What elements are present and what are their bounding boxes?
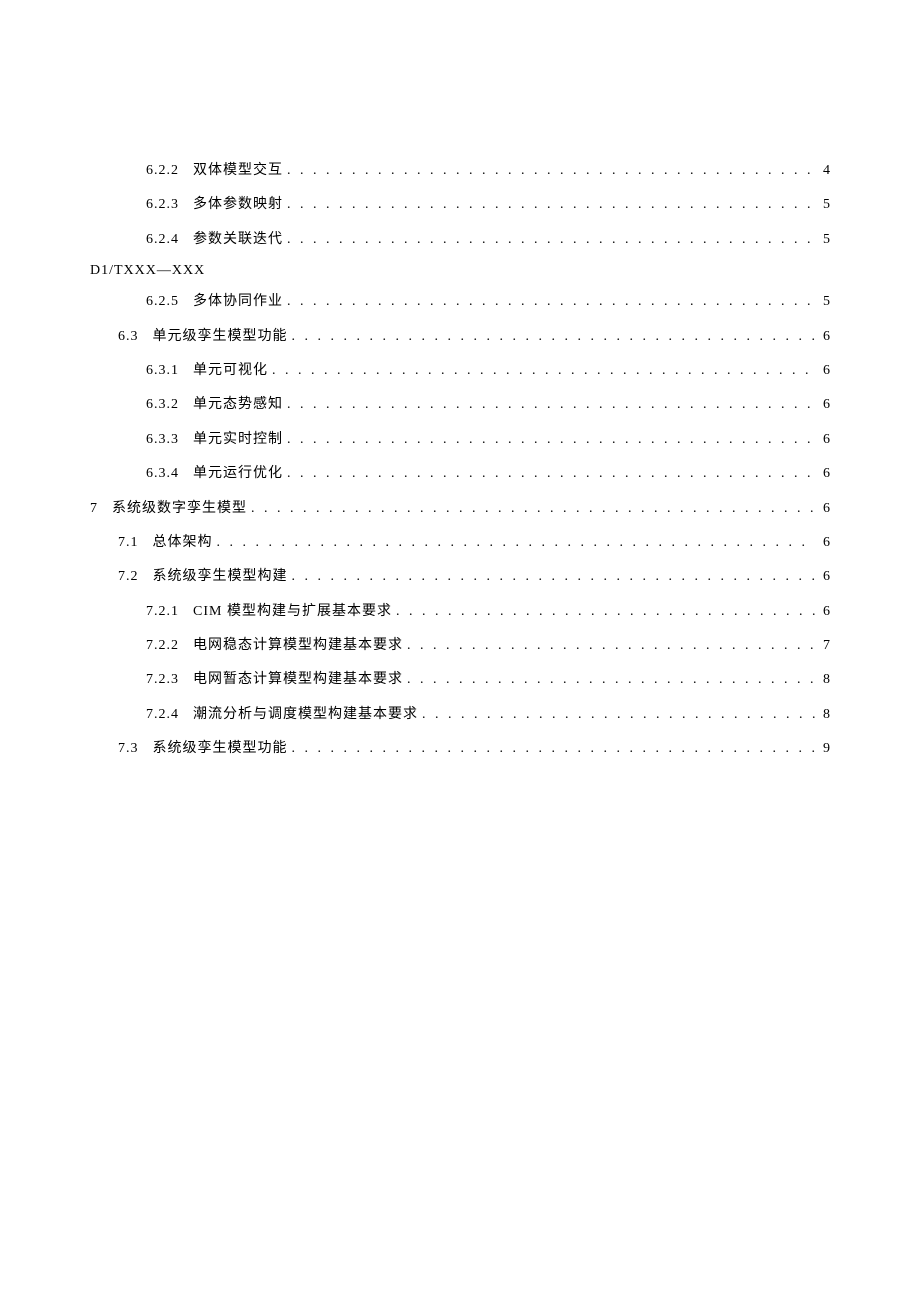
toc-entry: 7.2 系统级孪生模型构建 6 <box>90 566 830 588</box>
toc-entry-title: 单元实时控制 <box>193 429 283 451</box>
toc-entry-title: 系统级孪生模型构建 <box>153 566 288 588</box>
toc-entry-page: 6 <box>819 532 830 554</box>
toc-leader-dots <box>407 635 815 657</box>
toc-leader-dots <box>217 532 816 554</box>
toc-entry-page: 6 <box>819 394 830 416</box>
toc-entry-title: CIM 模型构建与扩展基本要求 <box>193 601 392 623</box>
toc-entry-number: 7.2.3 <box>146 669 179 691</box>
toc-entry-number: 6.3.3 <box>146 429 179 451</box>
table-of-contents: 6.2.2 双体模型交互 4 6.2.3 多体参数映射 5 6.2.4 参数关联迭代 5 D1/T… <box>90 160 830 761</box>
toc-entry-number: 6.2.4 <box>146 229 179 251</box>
toc-entry-title: 单元级孪生模型功能 <box>153 326 288 348</box>
toc-entry: 6.3 单元级孪生模型功能 6 <box>90 326 830 348</box>
toc-entry-title: 参数关联迭代 <box>193 229 283 251</box>
toc-entry-title: 单元可视化 <box>193 360 268 382</box>
toc-entry-title: 多体协同作业 <box>193 291 283 313</box>
toc-entry: 7.2.1 CIM 模型构建与扩展基本要求 6 <box>90 601 830 623</box>
toc-entry-page: 9 <box>819 738 830 760</box>
toc-entry: 7.2.2 电网稳态计算模型构建基本要求 7 <box>90 635 830 657</box>
toc-entry: 7.2.4 潮流分析与调度模型构建基本要求 8 <box>90 704 830 726</box>
toc-entry-page: 6 <box>819 463 830 485</box>
toc-entry: 6.2.5 多体协同作业 5 <box>90 291 830 313</box>
toc-leader-dots <box>292 326 816 348</box>
toc-leader-dots <box>287 463 815 485</box>
toc-entry-page: 5 <box>819 194 830 216</box>
toc-leader-dots <box>272 360 815 382</box>
toc-entry: 6.3.2 单元态势感知 6 <box>90 394 830 416</box>
toc-leader-dots <box>287 429 815 451</box>
toc-entry-number: 7 <box>90 498 98 520</box>
toc-entry: 7.3 系统级孪生模型功能 9 <box>90 738 830 760</box>
toc-entry-number: 7.1 <box>118 532 139 554</box>
toc-entry-number: 7.2 <box>118 566 139 588</box>
toc-entry-number: 6.3.2 <box>146 394 179 416</box>
toc-entry: 7.2.3 电网暂态计算模型构建基本要求 8 <box>90 669 830 691</box>
toc-entry-number: 6.3.1 <box>146 360 179 382</box>
toc-entry: 7 系统级数字孪生模型 6 <box>90 498 830 520</box>
toc-entry-number: 6.3 <box>118 326 139 348</box>
toc-entry-title: 电网暂态计算模型构建基本要求 <box>193 669 403 691</box>
toc-entry-number: 7.3 <box>118 738 139 760</box>
toc-entry-page: 6 <box>819 566 830 588</box>
toc-entry-title: 单元态势感知 <box>193 394 283 416</box>
toc-entry-page: 4 <box>819 160 830 182</box>
toc-entry-title: 系统级数字孪生模型 <box>112 498 247 520</box>
toc-entry-number: 6.2.2 <box>146 160 179 182</box>
toc-entry-number: 7.2.2 <box>146 635 179 657</box>
toc-entry-page: 8 <box>819 669 830 691</box>
toc-leader-dots <box>251 498 815 520</box>
toc-entry-page: 6 <box>819 429 830 451</box>
toc-entry-title: 系统级孪生模型功能 <box>153 738 288 760</box>
toc-entry-page: 6 <box>819 326 830 348</box>
toc-entry-page: 6 <box>819 360 830 382</box>
toc-entry-page: 6 <box>819 498 830 520</box>
toc-entry-page: 5 <box>819 291 830 313</box>
toc-leader-dots <box>287 160 815 182</box>
toc-entry-number: 6.2.3 <box>146 194 179 216</box>
toc-leader-dots <box>287 394 815 416</box>
toc-entry-title: 双体模型交互 <box>193 160 283 182</box>
toc-entry-title: 单元运行优化 <box>193 463 283 485</box>
toc-leader-dots <box>287 194 815 216</box>
toc-entry-number: 6.3.4 <box>146 463 179 485</box>
toc-leader-dots <box>422 704 815 726</box>
toc-leader-dots <box>287 291 815 313</box>
toc-entry-title: 多体参数映射 <box>193 194 283 216</box>
toc-entry-title: 总体架构 <box>153 532 213 554</box>
toc-entry-number: 6.2.5 <box>146 291 179 313</box>
toc-entry-number: 7.2.4 <box>146 704 179 726</box>
document-code: D1/TXXX—XXX <box>90 263 830 279</box>
toc-leader-dots <box>292 738 816 760</box>
toc-entry-number: 7.2.1 <box>146 601 179 623</box>
toc-entry-title: 电网稳态计算模型构建基本要求 <box>193 635 403 657</box>
toc-leader-dots <box>407 669 815 691</box>
toc-entry-page: 6 <box>819 601 830 623</box>
toc-entry: 6.3.4 单元运行优化 6 <box>90 463 830 485</box>
toc-entry: 6.2.3 多体参数映射 5 <box>90 194 830 216</box>
toc-entry: 6.3.1 单元可视化 6 <box>90 360 830 382</box>
toc-leader-dots <box>292 566 816 588</box>
toc-entry: 7.1 总体架构 6 <box>90 532 830 554</box>
toc-leader-dots <box>287 229 815 251</box>
toc-entry: 6.3.3 单元实时控制 6 <box>90 429 830 451</box>
toc-leader-dots <box>396 601 815 623</box>
toc-entry-page: 8 <box>819 704 830 726</box>
toc-entry: 6.2.4 参数关联迭代 5 <box>90 229 830 251</box>
toc-entry-title: 潮流分析与调度模型构建基本要求 <box>193 704 418 726</box>
toc-entry-page: 7 <box>819 635 830 657</box>
toc-entry-page: 5 <box>819 229 830 251</box>
toc-entry: 6.2.2 双体模型交互 4 <box>90 160 830 182</box>
